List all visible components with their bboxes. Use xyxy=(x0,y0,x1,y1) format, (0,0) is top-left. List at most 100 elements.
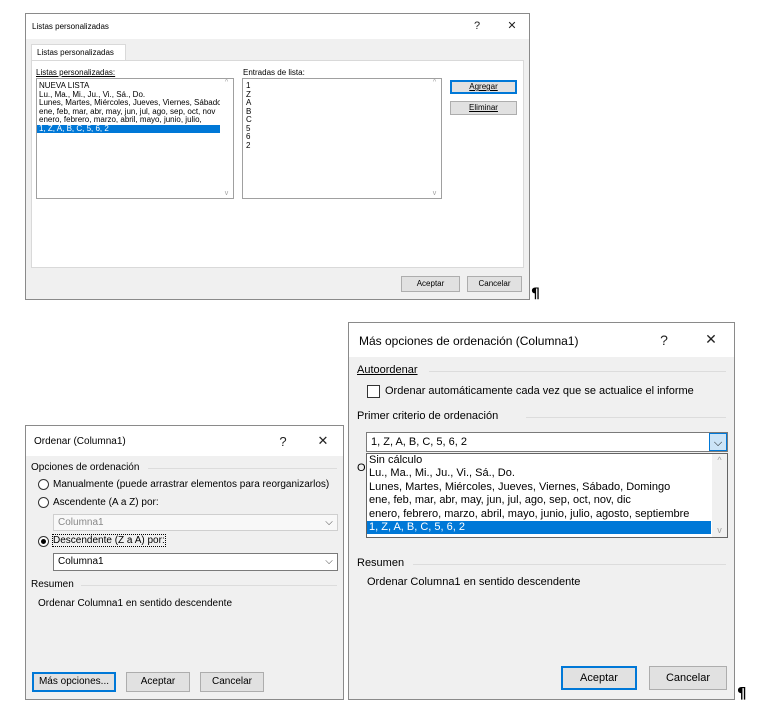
list-entry[interactable]: 5 xyxy=(244,125,441,134)
group-divider xyxy=(413,564,726,565)
pilcrow-mark: ¶ xyxy=(531,286,540,302)
sort-title: Ordenar (Columna1) xyxy=(34,436,126,447)
dropdown-option[interactable]: Sin cálculo xyxy=(367,454,711,467)
entries-scrollbar[interactable]: ^ v xyxy=(428,79,441,198)
dropdown-option[interactable]: 1, Z, A, B, C, 5, 6, 2 xyxy=(367,521,711,535)
list-entry[interactable]: 2 xyxy=(244,142,441,151)
custom-lists-title: Listas personalizadas xyxy=(32,22,109,31)
scroll-down-icon[interactable]: v xyxy=(712,524,727,537)
ok-button[interactable]: Aceptar xyxy=(401,276,460,292)
group-divider xyxy=(429,371,726,372)
custom-lists-titlebar: Listas personalizadas ? ✕ xyxy=(26,14,529,39)
chevron-down-icon[interactable]: ⌵ xyxy=(709,433,727,451)
help-button[interactable]: ? xyxy=(275,434,291,449)
list-entry[interactable]: Z xyxy=(244,91,441,100)
scroll-down-icon[interactable]: v xyxy=(220,190,233,199)
dropdown-option[interactable]: ene, feb, mar, abr, may, jun, jul, ago, … xyxy=(367,494,711,507)
ok-button-label: Aceptar xyxy=(580,672,618,684)
scroll-up-icon[interactable]: ^ xyxy=(712,454,727,467)
group-divider xyxy=(526,417,726,418)
chevron-down-icon[interactable]: ⌵ xyxy=(321,554,337,570)
more-options-button[interactable]: Más opciones... xyxy=(32,672,116,692)
lists-label: Listas personalizadas: xyxy=(36,68,116,77)
summary-group-label: Resumen xyxy=(31,579,74,590)
list-entry[interactable]: 1 xyxy=(244,82,441,91)
summary-group-label: Resumen xyxy=(357,557,405,569)
cancel-button[interactable]: Cancelar xyxy=(200,672,264,692)
custom-lists-listbox[interactable]: NUEVA LISTA Lu., Ma., Mi., Ju., Vi., Sá.,… xyxy=(36,78,234,199)
ok-button[interactable]: Aceptar xyxy=(126,672,190,692)
sort-dialog: Ordenar (Columna1) ? ✕ Opciones de orden… xyxy=(25,425,344,700)
scroll-up-icon[interactable]: ^ xyxy=(220,79,233,88)
dropdown-option[interactable]: enero, febrero, marzo, abril, mayo, juni… xyxy=(367,508,711,521)
list-item[interactable]: enero, febrero, marzo, abril, mayo, juni… xyxy=(37,116,221,125)
list-item[interactable]: Lu., Ma., Mi., Ju., Vi., Sá., Do. xyxy=(37,91,221,100)
pilcrow-mark: ¶ xyxy=(737,684,747,702)
help-button[interactable]: ? xyxy=(469,20,485,32)
chevron-down-icon: ⌵ xyxy=(325,517,333,528)
dropdown-option[interactable]: Lu., Ma., Mi., Ju., Vi., Sá., Do. xyxy=(367,467,711,480)
custom-lists-dialog: Listas personalizadas ? ✕ Listas persona… xyxy=(25,13,530,300)
add-button-label: Agregar xyxy=(469,82,498,91)
lists-scrollbar[interactable]: ^ v xyxy=(220,79,233,198)
close-icon[interactable]: ✕ xyxy=(701,331,721,348)
manual-radio[interactable] xyxy=(38,479,49,490)
ascending-field-select: Columna1 ⌵ xyxy=(53,514,338,531)
add-button[interactable]: Agregar xyxy=(450,80,517,94)
tab-custom-lists-label: Listas personalizadas xyxy=(37,48,114,57)
entries-label: Entradas de lista: xyxy=(243,68,305,77)
list-item[interactable]: NUEVA LISTA xyxy=(37,82,221,91)
descending-field-select[interactable]: Columna1 ⌵ xyxy=(53,553,338,571)
more-sort-options-dialog: Más opciones de ordenación (Columna1) ? … xyxy=(348,322,735,700)
group-divider xyxy=(148,468,337,469)
dropdown-scrollbar[interactable]: ^ v xyxy=(712,454,727,537)
help-button[interactable]: ? xyxy=(655,332,673,348)
ok-button[interactable]: Aceptar xyxy=(561,666,637,690)
delete-button-label: Eliminar xyxy=(469,103,498,112)
first-key-value: 1, Z, A, B, C, 5, 6, 2 xyxy=(371,436,467,448)
ascending-field-value: Columna1 xyxy=(58,517,104,528)
options-group-label-partial: O xyxy=(357,462,366,474)
scroll-up-icon[interactable]: ^ xyxy=(428,79,441,88)
cancel-button-label: Cancelar xyxy=(478,279,511,288)
cancel-button-label: Cancelar xyxy=(665,672,711,684)
list-entry[interactable]: A xyxy=(244,99,441,108)
more-options-title: Más opciones de ordenación (Columna1) xyxy=(359,334,579,348)
cancel-button[interactable]: Cancelar xyxy=(467,276,522,292)
more-options-titlebar: Más opciones de ordenación (Columna1) ? … xyxy=(349,323,734,357)
ascending-radio[interactable] xyxy=(38,497,49,508)
list-entries-textbox[interactable]: 1ZABC562 ^ v xyxy=(242,78,442,199)
list-item[interactable]: Lunes, Martes, Miércoles, Jueves, Vierne… xyxy=(37,99,221,108)
list-entry[interactable]: 6 xyxy=(244,133,441,142)
close-icon[interactable]: ✕ xyxy=(504,19,520,32)
ok-button-label: Aceptar xyxy=(140,676,176,687)
descending-field-value: Columna1 xyxy=(58,556,104,567)
close-icon[interactable]: ✕ xyxy=(314,433,332,449)
scroll-down-icon[interactable]: v xyxy=(428,190,441,199)
sort-titlebar: Ordenar (Columna1) ? ✕ xyxy=(26,426,343,456)
first-key-select[interactable]: 1, Z, A, B, C, 5, 6, 2 ⌵ xyxy=(366,432,728,452)
list-item[interactable]: ene, feb, mar, abr, may, jun, jul, ago, … xyxy=(37,108,221,117)
list-item[interactable]: 1, Z, A, B, C, 5, 6, 2 xyxy=(37,124,221,133)
manual-radio-label[interactable]: Manualmente (puede arrastrar elementos p… xyxy=(53,479,329,490)
sort-options-group-label: Opciones de ordenación xyxy=(31,462,140,473)
more-options-button-label: Más opciones... xyxy=(38,676,110,687)
tab-custom-lists[interactable]: Listas personalizadas xyxy=(31,44,126,61)
list-entry[interactable]: B xyxy=(244,108,441,117)
list-entry[interactable]: C xyxy=(244,116,441,125)
group-divider xyxy=(81,585,337,586)
first-key-group-label: Primer criterio de ordenación xyxy=(357,410,499,422)
descending-radio[interactable] xyxy=(38,536,49,547)
ok-button-label: Aceptar xyxy=(416,279,445,288)
dropdown-option[interactable]: Lunes, Martes, Miércoles, Jueves, Vierne… xyxy=(367,481,711,494)
autosort-checkbox-label[interactable]: Ordenar automáticamente cada vez que se … xyxy=(385,385,694,397)
delete-button[interactable]: Eliminar xyxy=(450,101,517,115)
first-key-dropdown-list[interactable]: Sin cálculo Lu., Ma., Mi., Ju., Vi., Sá.,… xyxy=(366,453,728,538)
summary-text: Ordenar Columna1 en sentido descendente xyxy=(367,576,581,588)
autosort-group-label: Autoordenar xyxy=(357,364,418,376)
autosort-checkbox[interactable] xyxy=(367,385,380,398)
summary-text: Ordenar Columna1 en sentido descendente xyxy=(38,598,233,609)
ascending-radio-label[interactable]: Ascendente (A a Z) por: xyxy=(53,497,159,508)
cancel-button[interactable]: Cancelar xyxy=(649,666,727,690)
descending-radio-label[interactable]: Descendente (Z a A) por: xyxy=(52,534,166,547)
